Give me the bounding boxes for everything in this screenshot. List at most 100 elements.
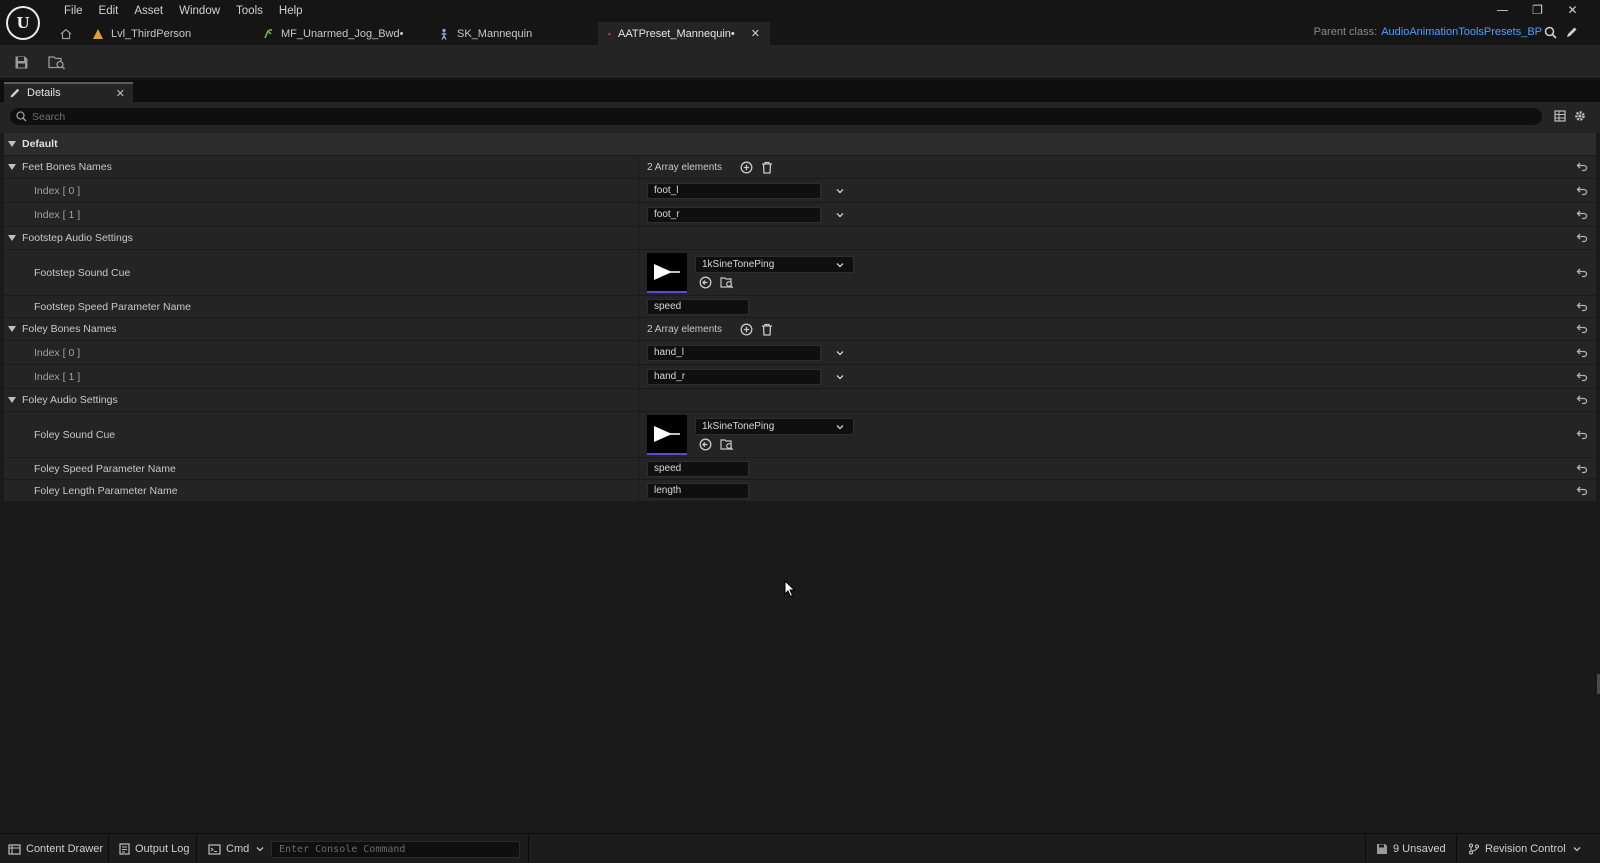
reset-to-default-icon[interactable] xyxy=(1576,161,1588,173)
save-button[interactable] xyxy=(11,53,31,71)
parent-class-link[interactable]: AudioAnimationToolsPresets_BP xyxy=(1381,26,1542,38)
row-name: Foley Bones Names xyxy=(4,318,639,340)
reset-to-default-icon[interactable] xyxy=(1576,232,1588,244)
row-feet-bones-names: Feet Bones Names 2 Array elements xyxy=(4,156,1596,179)
close-tab-icon[interactable]: ✕ xyxy=(751,27,760,40)
chevron-down-icon[interactable] xyxy=(835,348,845,358)
menu-window[interactable]: Window xyxy=(171,2,228,20)
menu-tools[interactable]: Tools xyxy=(228,2,271,20)
parameter-name-field[interactable]: speed xyxy=(647,298,749,315)
row-label: Footstep Sound Cue xyxy=(34,266,131,279)
tab-lvl-thirdperson[interactable]: Lvl_ThirdPerson xyxy=(82,22,252,45)
use-selected-icon[interactable] xyxy=(699,276,712,289)
content-drawer-icon xyxy=(8,844,21,855)
close-window-button[interactable]: ✕ xyxy=(1555,0,1590,20)
reset-to-default-icon[interactable] xyxy=(1576,463,1588,475)
sound-cue-thumbnail[interactable] xyxy=(647,414,687,455)
unreal-logo[interactable]: U xyxy=(6,6,40,40)
parameter-name-field[interactable]: length xyxy=(647,482,749,499)
restore-button[interactable]: ❐ xyxy=(1520,0,1555,20)
unsaved-button[interactable]: 9 Unsaved xyxy=(1376,834,1446,863)
reset-to-default-icon[interactable] xyxy=(1576,371,1588,383)
array-count: 2 Array elements xyxy=(647,161,723,173)
search-input[interactable] xyxy=(32,110,1432,123)
chevron-down-icon[interactable] xyxy=(835,186,845,196)
reset-to-default-icon[interactable] xyxy=(1576,301,1588,313)
row-label: Foley Speed Parameter Name xyxy=(34,462,176,475)
reset-to-default-icon[interactable] xyxy=(1576,267,1588,279)
tab-sk-mannequin[interactable]: SK_Mannequin xyxy=(428,22,598,45)
row-label: Footstep Audio Settings xyxy=(22,232,133,244)
category-default[interactable]: Default xyxy=(4,133,1596,156)
expand-arrow-icon[interactable] xyxy=(8,326,16,332)
tab-mf-unarmed-jog-bwd[interactable]: MF_Unarmed_Jog_Bwd• xyxy=(252,22,428,45)
settings-gear-icon[interactable] xyxy=(1574,110,1586,122)
details-pencil-icon xyxy=(10,88,20,98)
reset-to-default-icon[interactable] xyxy=(1576,185,1588,197)
row-value xyxy=(639,227,1596,249)
reset-to-default-icon[interactable] xyxy=(1576,209,1588,221)
console-command-input[interactable] xyxy=(272,842,512,857)
output-log-button[interactable]: Output Log xyxy=(119,834,189,863)
unsaved-save-icon xyxy=(1377,844,1387,854)
tab-aatpreset-mannequin[interactable]: AATPreset_Mannequin• ✕ xyxy=(598,22,770,45)
reset-to-default-icon[interactable] xyxy=(1576,347,1588,359)
level-icon xyxy=(93,28,103,39)
row-foley-sound-cue: Foley Sound Cue 1kSineTonePing xyxy=(4,412,1596,458)
reset-to-default-icon[interactable] xyxy=(1576,429,1588,441)
reset-to-default-icon[interactable] xyxy=(1576,394,1588,406)
unsaved-label: 9 Unsaved xyxy=(1393,843,1446,855)
reset-to-default-icon[interactable] xyxy=(1576,323,1588,335)
sound-cue-thumbnail[interactable] xyxy=(647,252,687,293)
reset-to-default-icon[interactable] xyxy=(1576,485,1588,497)
row-foley-index-1: Index [ 1 ] hand_r xyxy=(4,365,1596,389)
menu-bar: File Edit Asset Window Tools Help xyxy=(56,2,311,20)
row-foley-audio-settings: Foley Audio Settings xyxy=(4,389,1596,412)
console-icon xyxy=(208,843,221,855)
expand-arrow-icon[interactable] xyxy=(8,397,16,403)
expand-arrow-icon[interactable] xyxy=(8,164,16,170)
browse-asset-icon[interactable] xyxy=(720,276,734,289)
row-value: 2 Array elements xyxy=(639,318,1596,340)
sound-cue-combo[interactable]: 1kSineTonePing xyxy=(695,418,854,435)
expand-arrow-icon[interactable] xyxy=(8,235,16,241)
chevron-down-icon[interactable] xyxy=(835,210,845,220)
use-selected-icon[interactable] xyxy=(699,438,712,451)
browse-asset-icon[interactable] xyxy=(720,438,734,451)
revision-control-icon xyxy=(1468,843,1480,855)
content-drawer-button[interactable]: Content Drawer xyxy=(8,834,103,863)
find-icon[interactable] xyxy=(1544,26,1557,39)
minimize-button[interactable]: — xyxy=(1485,0,1520,20)
delete-all-icon[interactable] xyxy=(761,161,773,174)
bone-name-field[interactable]: hand_r xyxy=(647,368,821,385)
sound-cue-combo[interactable]: 1kSineTonePing xyxy=(695,256,854,273)
home-tab[interactable] xyxy=(56,22,76,45)
bone-name-field[interactable]: foot_l xyxy=(647,182,821,199)
menu-help[interactable]: Help xyxy=(271,2,311,20)
animation-icon xyxy=(264,28,272,38)
delete-all-icon[interactable] xyxy=(761,323,773,336)
menu-edit[interactable]: Edit xyxy=(91,2,127,20)
home-icon xyxy=(60,28,72,39)
parameter-name-field[interactable]: speed xyxy=(647,460,749,477)
property-matrix-icon[interactable] xyxy=(1554,110,1566,122)
sound-cue-icon xyxy=(654,263,680,280)
menu-asset[interactable]: Asset xyxy=(126,2,171,20)
row-label: Foley Length Parameter Name xyxy=(34,484,178,497)
menu-file[interactable]: File xyxy=(56,2,91,20)
bone-name-field[interactable]: hand_l xyxy=(647,344,821,361)
chevron-down-icon[interactable] xyxy=(835,372,845,382)
edit-pencil-icon[interactable] xyxy=(1565,26,1578,39)
add-element-icon[interactable] xyxy=(740,161,753,174)
bone-name-field[interactable]: foot_r xyxy=(647,206,821,223)
row-value: speed xyxy=(639,296,1596,317)
revision-control-button[interactable]: Revision Control xyxy=(1468,834,1582,863)
row-label: Index [ 1 ] xyxy=(34,208,81,221)
close-details-icon[interactable]: ✕ xyxy=(116,87,125,100)
browse-folder-icon xyxy=(48,55,66,70)
browse-to-asset-button[interactable] xyxy=(47,53,67,71)
panel-tab-bar: Details ✕ xyxy=(0,80,1600,102)
add-element-icon[interactable] xyxy=(740,323,753,336)
details-tab[interactable]: Details ✕ xyxy=(4,82,133,102)
cmd-dropdown[interactable]: Cmd xyxy=(208,834,265,863)
